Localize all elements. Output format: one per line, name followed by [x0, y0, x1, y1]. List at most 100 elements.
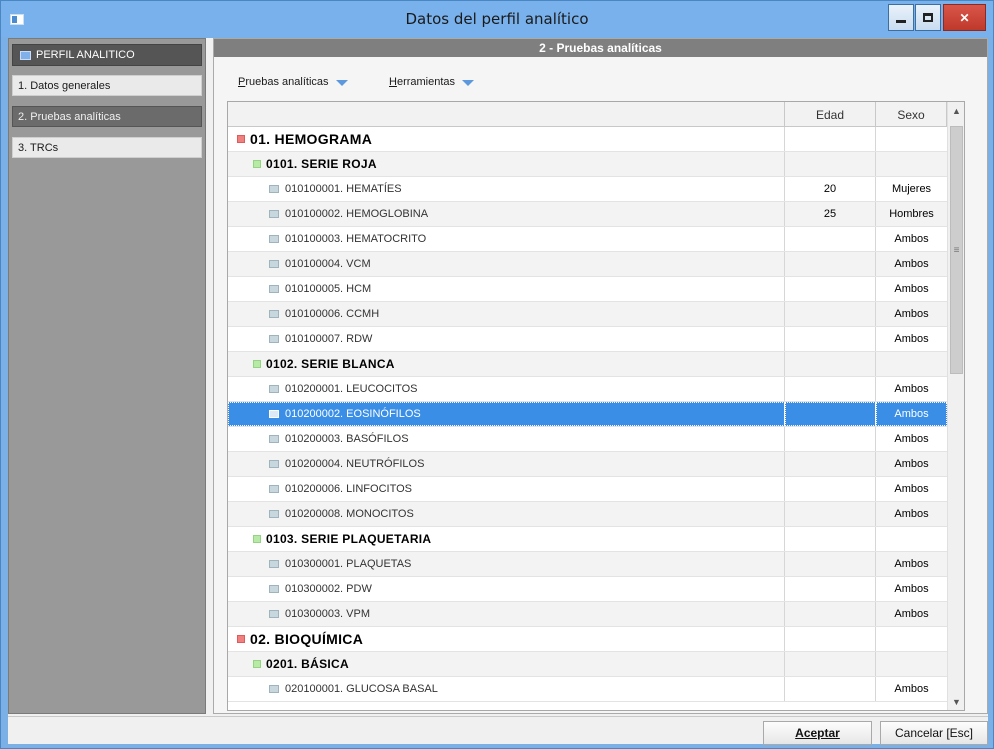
minimize-button[interactable]	[888, 4, 914, 31]
menu-label: Pruebas analíticas	[238, 76, 329, 88]
cell-name: 010100003. HEMATOCRITO	[228, 227, 785, 251]
cell-sexo: Hombres	[889, 208, 934, 220]
cell-edad: 25	[785, 202, 876, 226]
menu-herramientas[interactable]: Herramientas	[389, 76, 475, 88]
window-title: Datos del perfil analítico	[405, 10, 589, 28]
group-row[interactable]: 0101. SERIE ROJA	[228, 152, 947, 177]
grey-item-icon	[269, 560, 279, 568]
grey-item-icon	[269, 385, 279, 393]
test-row[interactable]: 010100003. HEMATOCRITO Ambos	[228, 227, 947, 252]
test-row[interactable]: 010300002. PDW Ambos	[228, 577, 947, 602]
sidebar-item-pruebas-analiticas[interactable]: 2. Pruebas analíticas	[12, 106, 202, 127]
grid-header: Edad Sexo	[228, 102, 964, 127]
row-label: 0102. SERIE BLANCA	[266, 357, 395, 371]
cell-name: 010100007. RDW	[228, 327, 785, 351]
cell-edad	[785, 302, 876, 326]
test-row[interactable]: 010200001. LEUCOCITOS Ambos	[228, 377, 947, 402]
column-header-edad[interactable]: Edad	[785, 102, 876, 127]
cell-sexo: Ambos	[894, 683, 929, 695]
test-row[interactable]: 010100007. RDW Ambos	[228, 327, 947, 352]
test-row[interactable]: 010200006. LINFOCITOS Ambos	[228, 477, 947, 502]
sidebar-item-label: 3. TRCs	[18, 141, 59, 154]
column-header-name[interactable]	[228, 102, 785, 127]
cell-sexo: Mujeres	[891, 183, 932, 195]
cell-name: 010100005. HCM	[228, 277, 785, 301]
group-row[interactable]: 02. BIOQUÍMICA	[228, 627, 947, 652]
cell-name: 0101. SERIE ROJA	[228, 152, 785, 176]
test-row[interactable]: 010100006. CCMH Ambos	[228, 302, 947, 327]
cell-name: 010300002. PDW	[228, 577, 785, 601]
cell-name: 01. HEMOGRAMA	[228, 127, 785, 151]
cell-edad	[785, 352, 876, 376]
accept-button[interactable]: Aceptar	[763, 721, 872, 745]
tests-grid[interactable]: Edad Sexo 01. HEMOGRAMA 0101. SERIE ROJA 0…	[227, 101, 965, 711]
section-title: 2 - Pruebas analíticas	[214, 39, 987, 57]
cell-edad	[785, 627, 876, 651]
menu-pruebas-analiticas[interactable]: Pruebas analíticas	[238, 76, 348, 88]
cell-edad	[785, 502, 876, 526]
group-row[interactable]: 0102. SERIE BLANCA	[228, 352, 947, 377]
cell-name: 0102. SERIE BLANCA	[228, 352, 785, 376]
test-row[interactable]: 010100001. HEMATÍES 20 Mujeres	[228, 177, 947, 202]
grey-item-icon	[269, 510, 279, 518]
close-icon: ✕	[959, 10, 970, 25]
group-row[interactable]: 01. HEMOGRAMA	[228, 127, 947, 152]
sidebar-item-datos-generales[interactable]: 1. Datos generales	[12, 75, 202, 96]
cell-name: 010100004. VCM	[228, 252, 785, 276]
scrollbar-thumb[interactable]: ≡	[950, 126, 963, 374]
sidebar-item-label: 1. Datos generales	[18, 79, 111, 92]
cell-edad	[785, 127, 876, 151]
row-label: 010100004. VCM	[285, 258, 371, 270]
row-label: 010200006. LINFOCITOS	[285, 483, 412, 495]
cell-edad	[785, 452, 876, 476]
test-row[interactable]: 010100004. VCM Ambos	[228, 252, 947, 277]
test-row[interactable]: 010200004. NEUTRÓFILOS Ambos	[228, 452, 947, 477]
cell-name: 010200003. BASÓFILOS	[228, 427, 785, 451]
cell-sexo	[876, 652, 947, 676]
grey-item-icon	[269, 460, 279, 468]
sidebar-item-label: 2. Pruebas analíticas	[18, 110, 121, 123]
cell-sexo: Ambos	[894, 308, 929, 320]
test-row[interactable]: 020100001. GLUCOSA BASAL Ambos	[228, 677, 947, 702]
cell-sexo: Ambos	[894, 583, 929, 595]
green-square-icon	[253, 360, 261, 368]
grey-item-icon	[269, 235, 279, 243]
group-row[interactable]: 0103. SERIE PLAQUETARIA	[228, 527, 947, 552]
cell-sexo: Ambos	[894, 258, 929, 270]
cell-name: 020100001. GLUCOSA BASAL	[228, 677, 785, 701]
cell-name: 010100001. HEMATÍES	[228, 177, 785, 201]
cell-sexo	[876, 127, 947, 151]
scroll-down-icon[interactable]: ▼	[948, 693, 964, 710]
cell-edad	[785, 577, 876, 601]
cell-sexo	[876, 152, 947, 176]
grey-item-icon	[269, 310, 279, 318]
test-row[interactable]: 010200008. MONOCITOS Ambos	[228, 502, 947, 527]
column-header-sexo[interactable]: Sexo	[876, 102, 947, 127]
row-label: 0101. SERIE ROJA	[266, 157, 377, 171]
row-label: 0103. SERIE PLAQUETARIA	[266, 532, 432, 546]
test-row[interactable]: 010100002. HEMOGLOBINA 25 Hombres	[228, 202, 947, 227]
menu-mnemonic: H	[389, 76, 397, 88]
dialog-window: Datos del perfil analítico ✕ PERFIL ANAL…	[0, 0, 994, 749]
test-row[interactable]: 010300001. PLAQUETAS Ambos	[228, 552, 947, 577]
sidebar-item-trcs[interactable]: 3. TRCs	[12, 137, 202, 158]
menu-label-rest: erramientas	[396, 76, 456, 88]
title-bar[interactable]: Datos del perfil analítico ✕	[1, 1, 993, 37]
vertical-scrollbar[interactable]: ▲ ≡ ▼	[947, 102, 964, 710]
test-row[interactable]: 010100005. HCM Ambos	[228, 277, 947, 302]
row-label: 010100006. CCMH	[285, 308, 380, 320]
cancel-button[interactable]: Cancelar [Esc]	[880, 721, 988, 745]
row-label: 0201. BÁSICA	[266, 657, 349, 671]
close-button[interactable]: ✕	[943, 4, 986, 31]
dropdown-arrow-icon	[462, 79, 475, 86]
row-label: 010100002. HEMOGLOBINA	[285, 208, 429, 220]
test-row[interactable]: 010200003. BASÓFILOS Ambos	[228, 427, 947, 452]
test-row[interactable]: 010300003. VPM Ambos	[228, 602, 947, 627]
group-row[interactable]: 0201. BÁSICA	[228, 652, 947, 677]
green-square-icon	[253, 160, 261, 168]
test-row[interactable]: 010200002. EOSINÓFILOS Ambos	[228, 402, 947, 427]
cell-sexo	[876, 527, 947, 551]
cell-sexo: Ambos	[894, 608, 929, 620]
maximize-button[interactable]	[915, 4, 941, 31]
scroll-up-icon[interactable]: ▲	[948, 102, 964, 119]
